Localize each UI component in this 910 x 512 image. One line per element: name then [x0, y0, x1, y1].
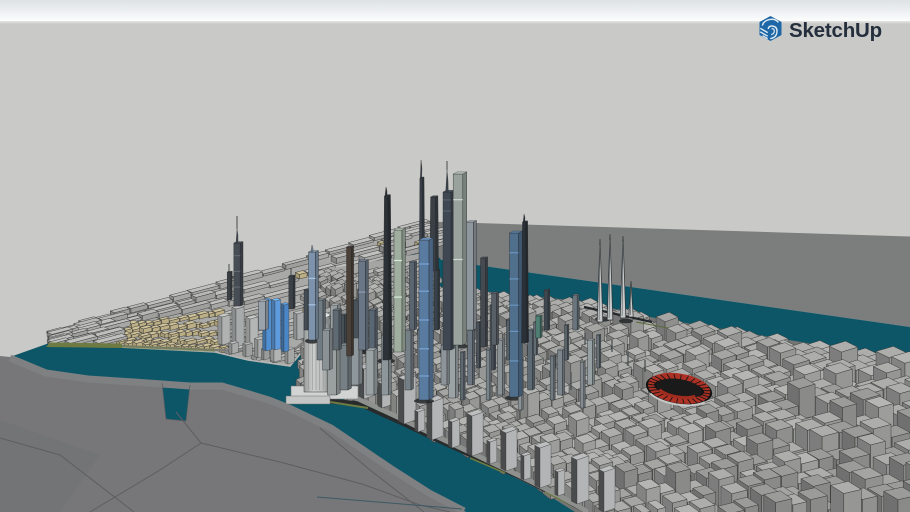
svg-text:SketchUp: SketchUp [789, 19, 882, 42]
